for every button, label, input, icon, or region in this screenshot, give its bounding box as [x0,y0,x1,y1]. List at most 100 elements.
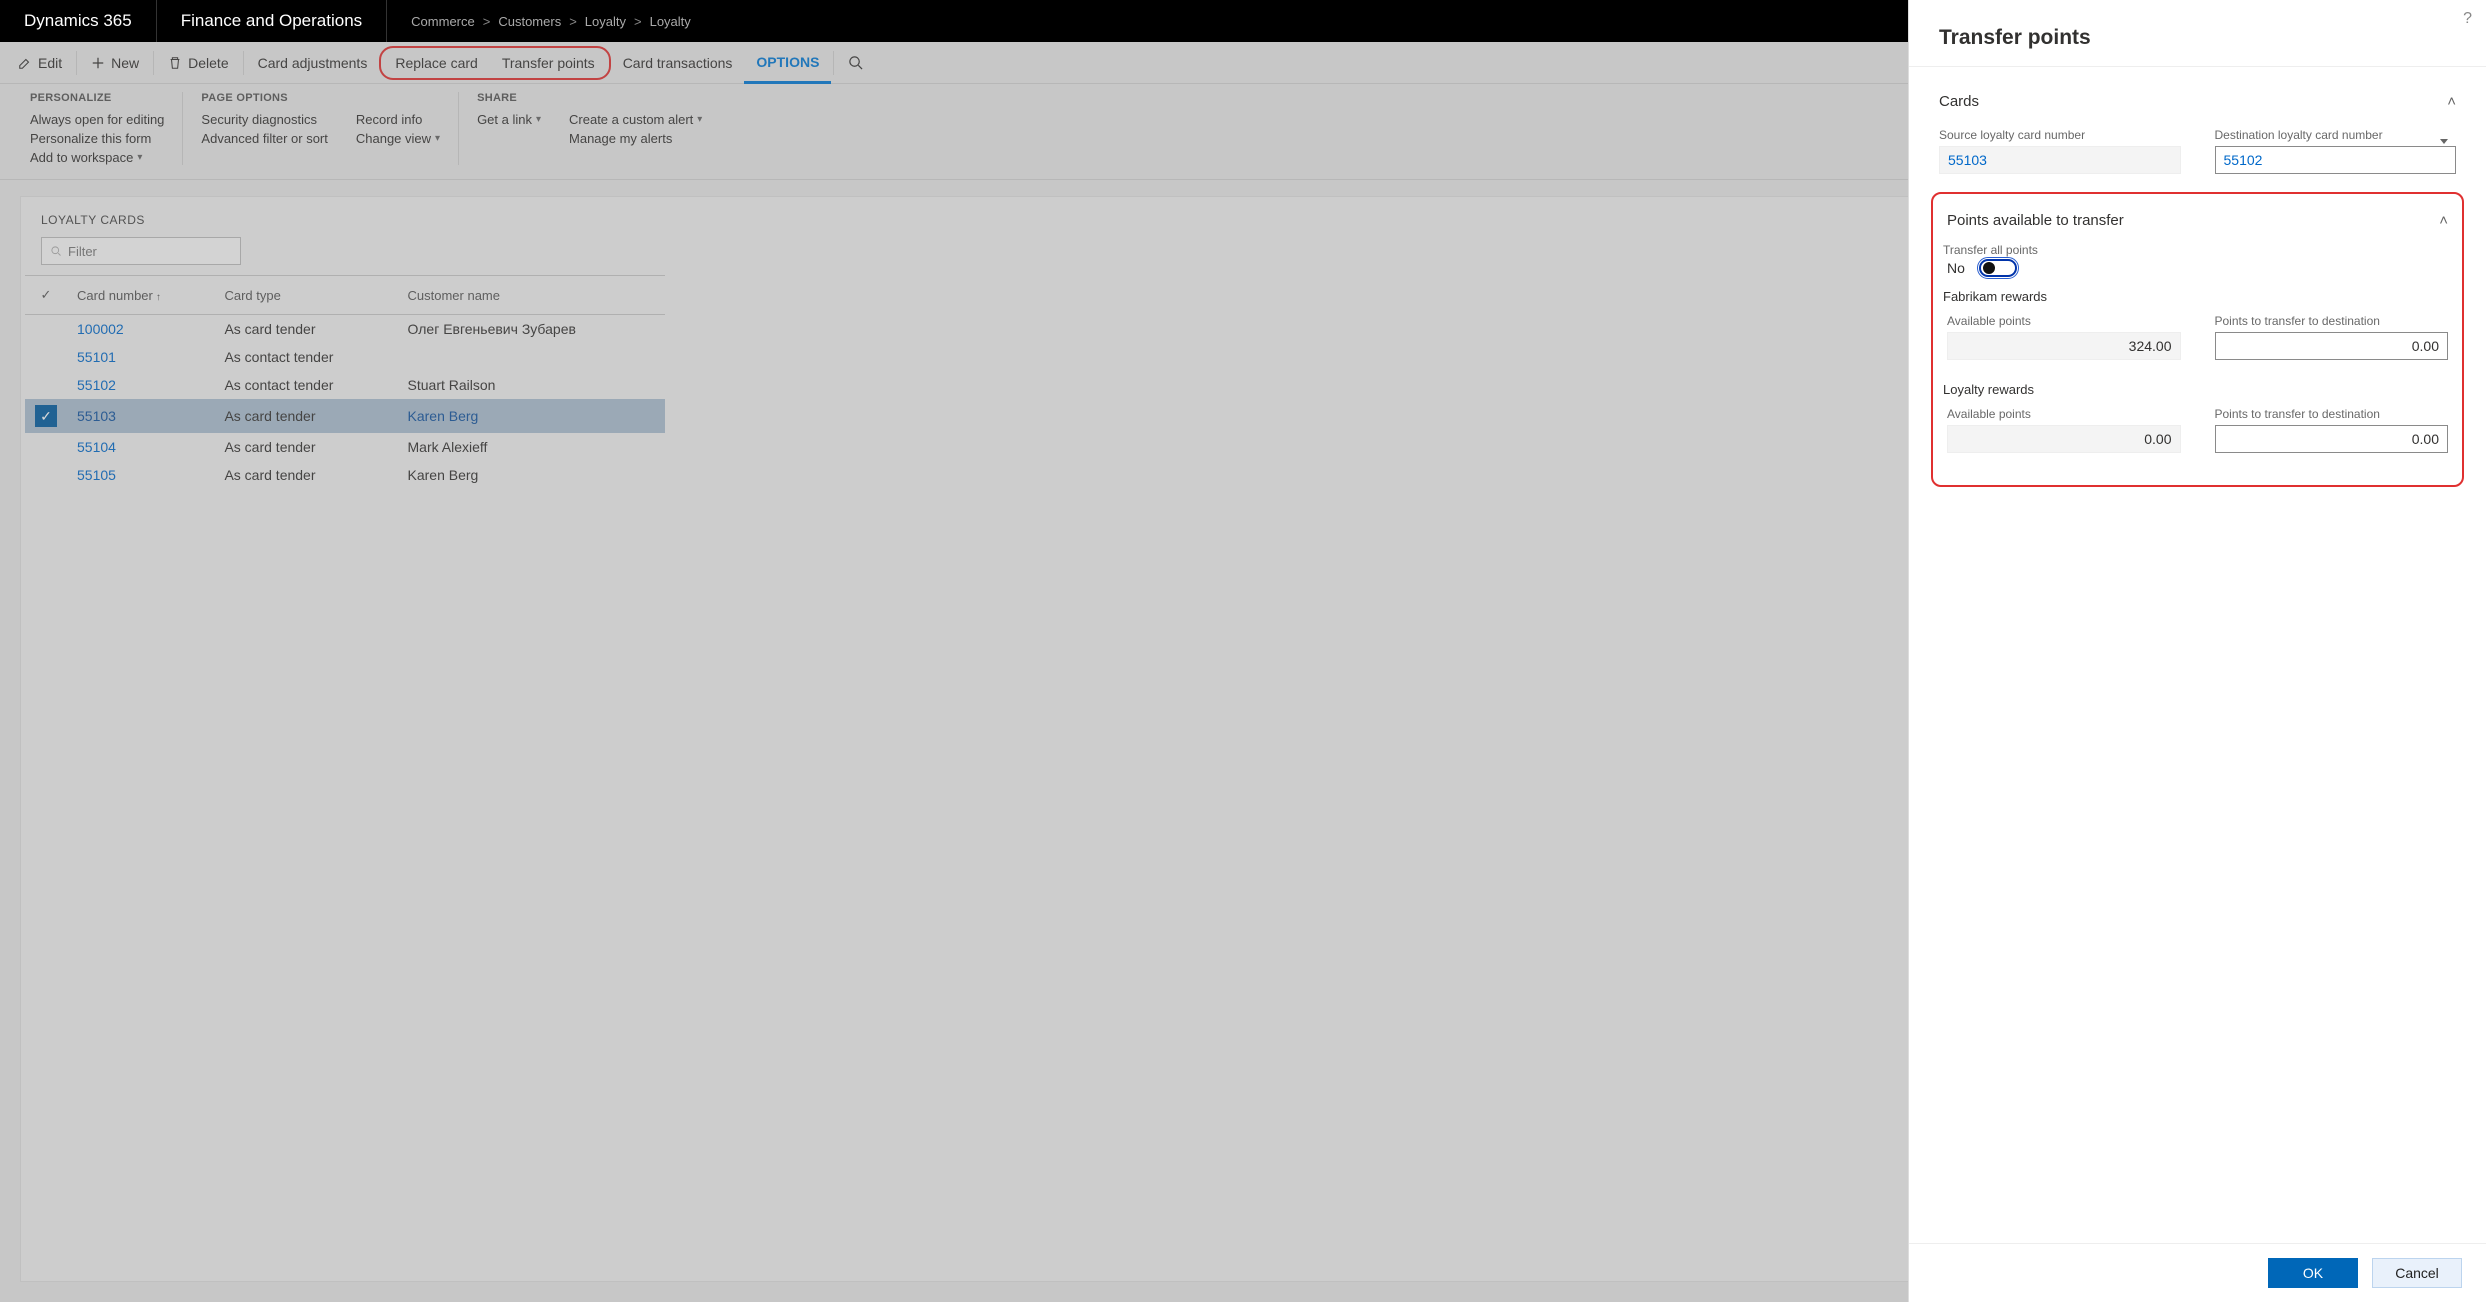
card-type-cell: As contact tender [214,343,397,371]
section-title: Points available to transfer [1947,212,2124,229]
edit-button[interactable]: Edit [6,42,74,83]
table-row[interactable]: 55104As card tenderMark Alexieff [25,433,665,461]
panel-title: Transfer points [1909,0,2486,67]
separator [833,51,834,75]
card-number-cell[interactable]: 55103 [67,399,214,433]
cards-section-header[interactable]: Cards ˄ [1931,79,2464,124]
chevron-up-icon: ˄ [2447,93,2456,110]
card-type-cell: As card tender [214,461,397,489]
row-checkbox[interactable] [25,433,67,461]
sort-asc-icon: ↑ [156,292,161,303]
ribbon-link-label: Always open for editing [30,112,164,127]
transfer-all-label: Transfer all points [1943,243,2452,257]
card-type-cell: As card tender [214,315,397,344]
destination-card-input[interactable] [2215,146,2457,174]
manage-my-alerts-link[interactable]: Manage my alerts [569,131,702,146]
ribbon-link-label: Change view [356,131,431,146]
new-label: New [111,55,139,71]
create-custom-alert-link[interactable]: Create a custom alert▾ [569,112,702,127]
ribbon-group-personalize: PERSONALIZE Always open for editing Pers… [12,92,183,165]
card-number-cell[interactable]: 55105 [67,461,214,489]
advanced-filter-link[interactable]: Advanced filter or sort [201,131,327,146]
card-transactions-button[interactable]: Card transactions [611,42,745,83]
col-card-type[interactable]: Card type [214,276,397,315]
options-tab[interactable]: OPTIONS [744,43,831,84]
col-label: Card number [77,288,153,303]
cancel-button[interactable]: Cancel [2372,1258,2462,1288]
record-info-link[interactable]: Record info [356,112,440,127]
select-all-header[interactable]: ✓ [25,276,67,315]
table-row[interactable]: 55101As contact tender [25,343,665,371]
transfer-points-button[interactable]: Transfer points [490,48,607,78]
chevron-up-icon: ˄ [2439,212,2448,229]
available-points-value [1947,332,2181,360]
product-label: Finance and Operations [157,0,387,42]
row-checkbox[interactable]: ✓ [25,399,67,433]
chevron-right-icon: > [569,14,577,29]
add-to-workspace-link[interactable]: Add to workspace▾ [30,150,164,165]
chevron-down-icon: ▾ [137,152,142,163]
personalize-form-link[interactable]: Personalize this form [30,131,164,146]
breadcrumb-item[interactable]: Loyalty [650,14,691,29]
card-number-cell[interactable]: 55102 [67,371,214,399]
ribbon-link-label: Security diagnostics [201,112,317,127]
breadcrumb-item[interactable]: Customers [498,14,561,29]
card-adjustments-button[interactable]: Card adjustments [246,42,380,83]
delete-button[interactable]: Delete [156,42,240,83]
points-section-header[interactable]: Points available to transfer ˄ [1939,198,2456,243]
col-card-number[interactable]: Card number↑ [67,276,214,315]
row-checkbox[interactable] [25,371,67,399]
card-number-cell[interactable]: 55101 [67,343,214,371]
trash-icon [168,56,182,70]
table-row[interactable]: 55102As contact tenderStuart Railson [25,371,665,399]
brand-label: Dynamics 365 [0,0,157,42]
points-to-transfer-input[interactable] [2215,332,2449,360]
card-number-cell[interactable]: 100002 [67,315,214,344]
table-row[interactable]: 55105As card tenderKaren Berg [25,461,665,489]
breadcrumb-item[interactable]: Commerce [411,14,475,29]
pencil-icon [18,56,32,70]
delete-label: Delete [188,55,228,71]
replace-card-button[interactable]: Replace card [383,48,490,78]
help-button[interactable]: ? [2463,10,2472,28]
transfer-all-value: No [1947,260,1965,276]
card-number-cell[interactable]: 55104 [67,433,214,461]
customer-name-cell: Stuart Railson [398,371,665,399]
ribbon-link-label: Record info [356,112,422,127]
transfer-all-toggle[interactable] [1979,259,2017,277]
col-label: Card type [224,288,280,303]
chevron-right-icon: > [634,14,642,29]
ok-button[interactable]: OK [2268,1258,2358,1288]
options-label: OPTIONS [756,54,819,70]
reward-group-title: Loyalty rewards [1939,374,2456,403]
change-view-link[interactable]: Change view▾ [356,131,440,146]
table-row[interactable]: ✓55103As card tenderKaren Berg [25,399,665,433]
new-button[interactable]: New [79,42,151,83]
security-diagnostics-link[interactable]: Security diagnostics [201,112,327,127]
customer-name-cell: Karen Berg [398,461,665,489]
card-transactions-label: Card transactions [623,55,733,71]
breadcrumb: Commerce > Customers > Loyalty > Loyalty [387,14,715,29]
points-to-transfer-input[interactable] [2215,425,2449,453]
ribbon-link-label: Get a link [477,112,532,127]
ribbon-link-label: Personalize this form [30,131,151,146]
row-checkbox[interactable] [25,315,67,344]
transfer-points-panel: ? Transfer points Cards ˄ Source loyalty… [1908,0,2486,1302]
section-title: Cards [1939,93,1979,110]
breadcrumb-item[interactable]: Loyalty [585,14,626,29]
col-customer-name[interactable]: Customer name [398,276,665,315]
always-open-editing-link[interactable]: Always open for editing [30,112,164,127]
get-a-link-link[interactable]: Get a link▾ [477,112,541,127]
card-type-cell: As card tender [214,433,397,461]
row-checkbox[interactable] [25,343,67,371]
source-card-input[interactable] [1939,146,2181,174]
filter-input[interactable]: Filter [41,237,241,265]
available-points-label: Available points [1947,314,2181,328]
col-label: Customer name [408,288,500,303]
highlighted-actions: Replace card Transfer points [379,46,610,80]
points-available-section-highlight: Points available to transfer ˄ Transfer … [1931,192,2464,487]
destination-card-label: Destination loyalty card number [2215,128,2457,142]
table-row[interactable]: 100002As card tenderОлег Евгеньевич Зуба… [25,315,665,344]
row-checkbox[interactable] [25,461,67,489]
search-button[interactable] [836,55,875,70]
